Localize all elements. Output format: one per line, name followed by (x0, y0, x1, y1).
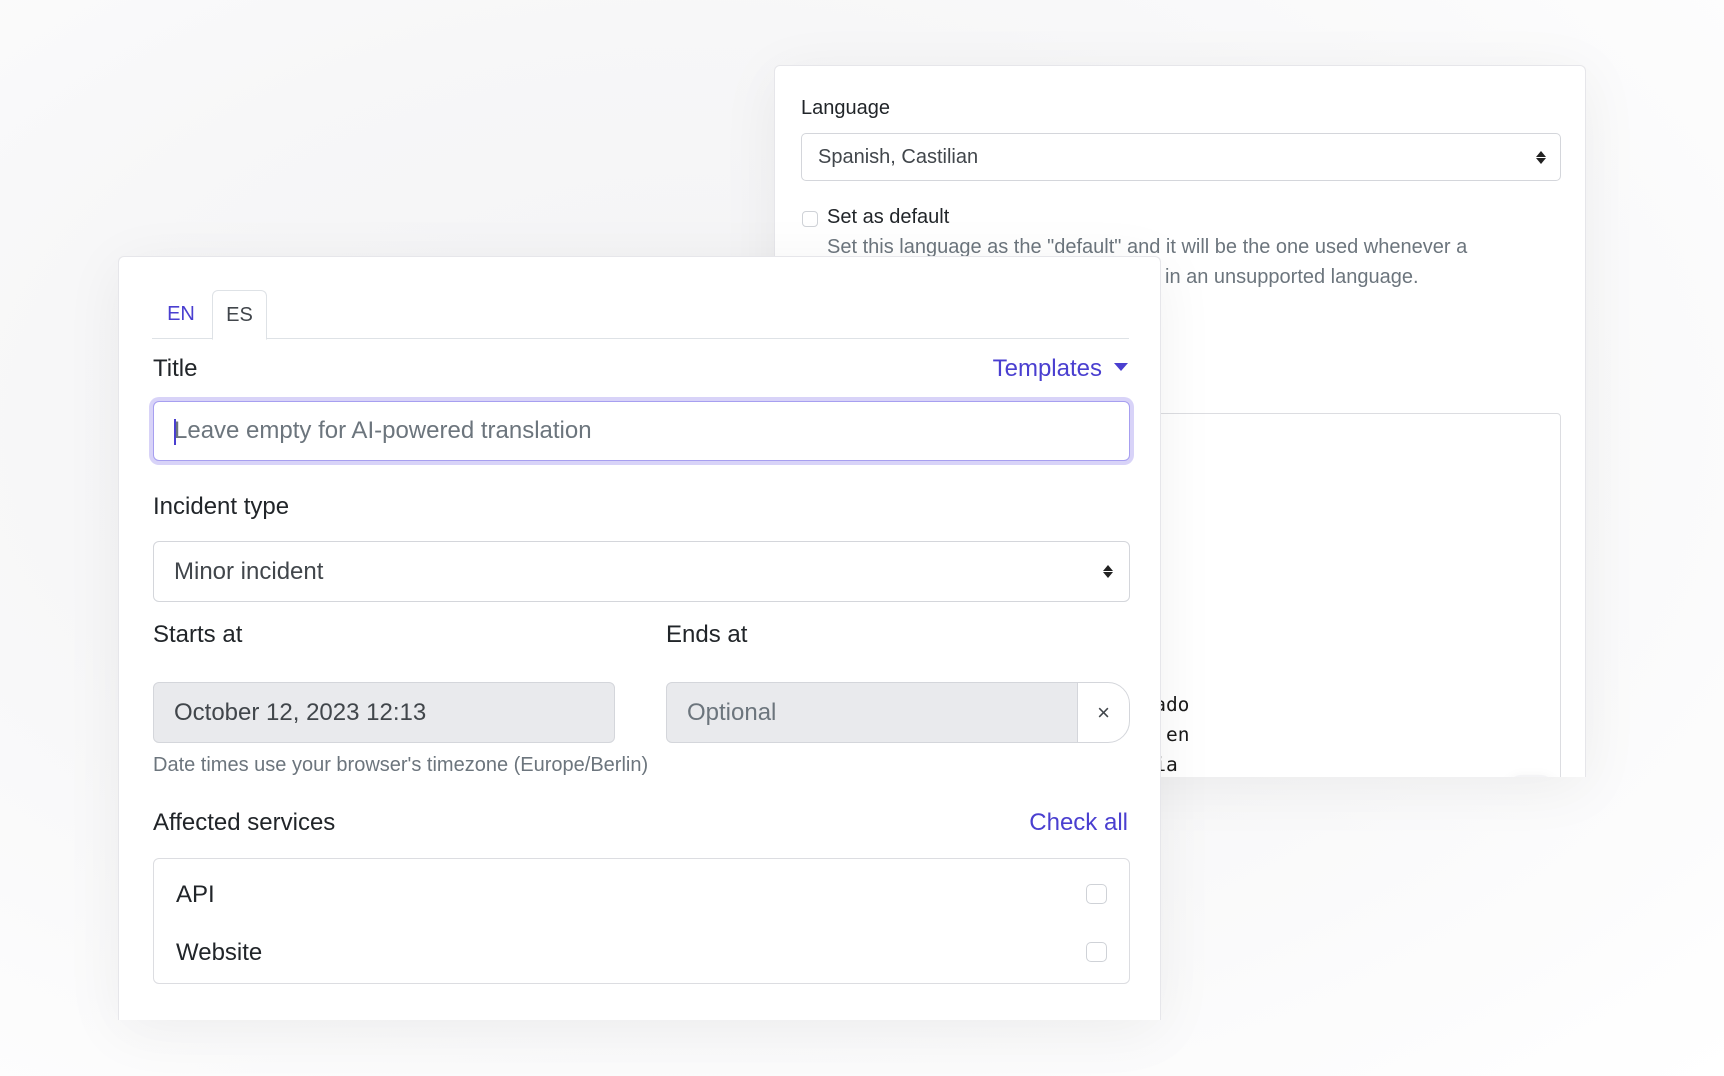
caret-down-icon (1114, 362, 1128, 371)
incident-type-value: Minor incident (174, 558, 324, 585)
incident-type-select[interactable]: Minor incident (153, 541, 1130, 602)
clear-ends-at-button[interactable]: × (1077, 682, 1130, 743)
language-select[interactable]: Spanish, Castilian (801, 133, 1561, 181)
language-label: Language (801, 97, 890, 119)
service-item-website[interactable]: Website (176, 933, 1107, 973)
title-label: Title (153, 355, 198, 382)
affected-services-label: Affected services (153, 809, 336, 836)
templates-label: Templates (992, 355, 1102, 382)
templates-dropdown[interactable]: Templates (993, 355, 1128, 383)
set-default-checkbox[interactable] (802, 211, 818, 227)
service-item-api[interactable]: API (176, 875, 1107, 915)
starts-at-input[interactable]: October 12, 2023 12:13 (153, 682, 615, 743)
title-input[interactable] (153, 401, 1130, 461)
select-arrows-icon (1103, 542, 1113, 601)
incident-type-label: Incident type (153, 493, 290, 520)
tab-en[interactable]: EN (152, 290, 210, 340)
ends-at-label: Ends at (666, 621, 748, 648)
ends-at-input[interactable]: Optional (666, 682, 1079, 743)
language-select-value: Spanish, Castilian (818, 146, 979, 168)
text-cursor (174, 419, 176, 445)
set-default-help-line-2: in an unsupported language. (1165, 266, 1419, 288)
timezone-help: Date times use your browser's timezone (… (153, 754, 649, 776)
check-all-link[interactable]: Check all (1029, 809, 1128, 837)
tab-es[interactable]: ES (212, 290, 267, 340)
starts-at-label: Starts at (153, 621, 243, 648)
incident-form-panel: EN ES Title Templates Incident type Mino… (118, 256, 1161, 1020)
close-icon: × (1097, 700, 1110, 725)
select-arrows-icon (1536, 134, 1546, 180)
expand-button[interactable] (1509, 775, 1553, 777)
service-name: API (176, 881, 215, 908)
service-name: Website (176, 939, 263, 966)
service-checkbox[interactable] (1086, 884, 1107, 904)
services-list: API Website (153, 858, 1130, 984)
set-default-label[interactable]: Set as default (827, 206, 949, 229)
service-checkbox[interactable] (1086, 942, 1107, 962)
language-tabs: EN ES (152, 290, 1129, 340)
